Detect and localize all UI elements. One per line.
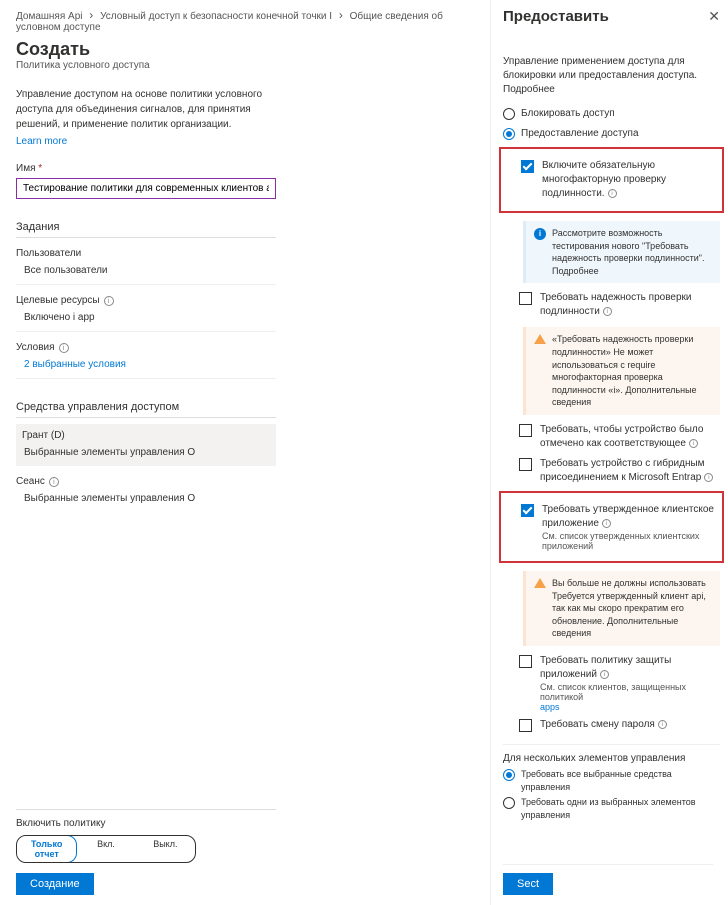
users-value[interactable]: Все пользователи xyxy=(16,261,276,282)
grant-block[interactable]: Грант (D) Выбранные элементы управления … xyxy=(16,424,276,466)
session-value[interactable]: Выбранные элементы управления O xyxy=(16,489,276,510)
warning-icon xyxy=(534,334,546,344)
radio-icon xyxy=(503,128,515,140)
info-icon[interactable]: i xyxy=(689,439,698,448)
checkbox-icon xyxy=(519,424,532,437)
radio-icon xyxy=(503,108,515,120)
users-label: Пользователи xyxy=(16,248,276,259)
checkbox-icon xyxy=(519,292,532,305)
info-icon[interactable]: i xyxy=(658,720,667,729)
approved-client-subtext: См. список утвержденных клиентских прило… xyxy=(542,531,718,551)
info-icon[interactable]: i xyxy=(608,189,617,198)
radio-require-one[interactable]: Требовать одни из выбранных элементов уп… xyxy=(503,796,720,821)
checkbox-icon xyxy=(519,655,532,668)
radio-require-all[interactable]: Требовать все выбранные средства управле… xyxy=(503,768,720,793)
breadcrumb-mid[interactable]: Условный доступ к безопасности конечной … xyxy=(100,11,332,22)
toggle-report-only[interactable]: Только отчет xyxy=(16,835,77,863)
toggle-on[interactable]: Вкл. xyxy=(76,836,135,862)
assignments-header: Задания xyxy=(16,221,276,238)
access-controls-header: Средства управления доступом xyxy=(16,401,276,418)
conditions-label: Условияi xyxy=(16,342,276,353)
info-icon[interactable]: i xyxy=(59,343,69,353)
name-label: Имя * xyxy=(16,163,474,174)
resources-value[interactable]: Включено i app xyxy=(16,308,276,329)
highlight-approved-app: Требовать утвержденное клиентское прилож… xyxy=(499,491,724,563)
checkbox-icon xyxy=(519,719,532,732)
checkbox-hybrid-join[interactable]: Требовать устройство с гибридным присоед… xyxy=(519,457,720,485)
highlight-mfa: Включите обязательную многофакторную про… xyxy=(499,147,724,213)
radio-block-access[interactable]: Блокировать доступ xyxy=(503,107,720,121)
checkbox-password-change[interactable]: Требовать смену пароляi xyxy=(519,718,720,732)
grant-value: Выбранные элементы управления O xyxy=(22,443,270,464)
checkbox-icon xyxy=(521,160,534,173)
resources-label: Целевые ресурсыi xyxy=(16,295,276,306)
breadcrumb: Домашняя Api › Условный доступ к безопас… xyxy=(16,8,474,33)
info-icon[interactable]: i xyxy=(104,296,114,306)
chevron-right-icon: › xyxy=(339,8,343,22)
callout-auth-strength-warn: «Требовать надежность проверки подлиннос… xyxy=(523,327,720,415)
multiple-controls-header: Для нескольких элементов управления xyxy=(503,753,720,764)
info-icon[interactable]: i xyxy=(603,307,612,316)
info-icon[interactable]: i xyxy=(704,473,713,482)
page-title: Создать xyxy=(16,39,474,60)
grant-pane-desc: Управление применением доступа для блоки… xyxy=(503,55,720,97)
page-description: Управление доступом на основе политики у… xyxy=(16,87,276,132)
checkbox-auth-strength[interactable]: Требовать надежность проверки подлинност… xyxy=(519,291,720,319)
checkbox-approved-client[interactable]: Требовать утвержденное клиентское прилож… xyxy=(521,503,718,531)
info-icon: i xyxy=(534,228,546,240)
checkbox-icon xyxy=(519,458,532,471)
enable-policy-label: Включить политику xyxy=(16,818,276,829)
session-label: Сеансi xyxy=(16,476,276,487)
learn-more-link[interactable]: Learn more xyxy=(16,136,474,147)
info-icon[interactable]: i xyxy=(600,670,609,679)
conditions-value[interactable]: 2 выбранные условия xyxy=(16,355,276,376)
app-protection-subtext: См. список клиентов, защищенных политико… xyxy=(540,682,720,712)
info-icon[interactable]: i xyxy=(49,477,59,487)
close-icon[interactable]: ✕ xyxy=(708,8,720,25)
radio-icon xyxy=(503,797,515,809)
chevron-right-icon: › xyxy=(89,8,93,22)
create-button[interactable]: Создание xyxy=(16,873,94,895)
checkbox-require-mfa[interactable]: Включите обязательную многофакторную про… xyxy=(521,159,718,201)
radio-grant-access[interactable]: Предоставление доступа xyxy=(503,127,720,141)
callout-approved-deprecated: Вы больше не должны использовать Требует… xyxy=(523,571,720,646)
info-icon[interactable]: i xyxy=(602,519,611,528)
name-input[interactable] xyxy=(16,178,276,199)
grant-label: Грант (D) xyxy=(22,430,270,441)
grant-pane-title: Предоставить xyxy=(503,8,609,25)
apps-link[interactable]: apps xyxy=(540,702,560,712)
breadcrumb-home[interactable]: Домашняя Api xyxy=(16,11,83,22)
checkbox-icon xyxy=(521,504,534,517)
enable-policy-toggle[interactable]: Только отчет Вкл. Выкл. xyxy=(16,835,196,863)
page-subtitle: Политика условного доступа xyxy=(16,60,474,71)
radio-icon xyxy=(503,769,515,781)
callout-auth-strength-info: i Рассмотрите возможность тестирования н… xyxy=(523,221,720,283)
checkbox-compliant-device[interactable]: Требовать, чтобы устройство было отмечен… xyxy=(519,423,720,451)
toggle-off[interactable]: Выкл. xyxy=(136,836,195,862)
warning-icon xyxy=(534,578,546,588)
checkbox-app-protection[interactable]: Требовать политику защиты приложенийi xyxy=(519,654,720,682)
select-button[interactable]: Sect xyxy=(503,873,553,895)
